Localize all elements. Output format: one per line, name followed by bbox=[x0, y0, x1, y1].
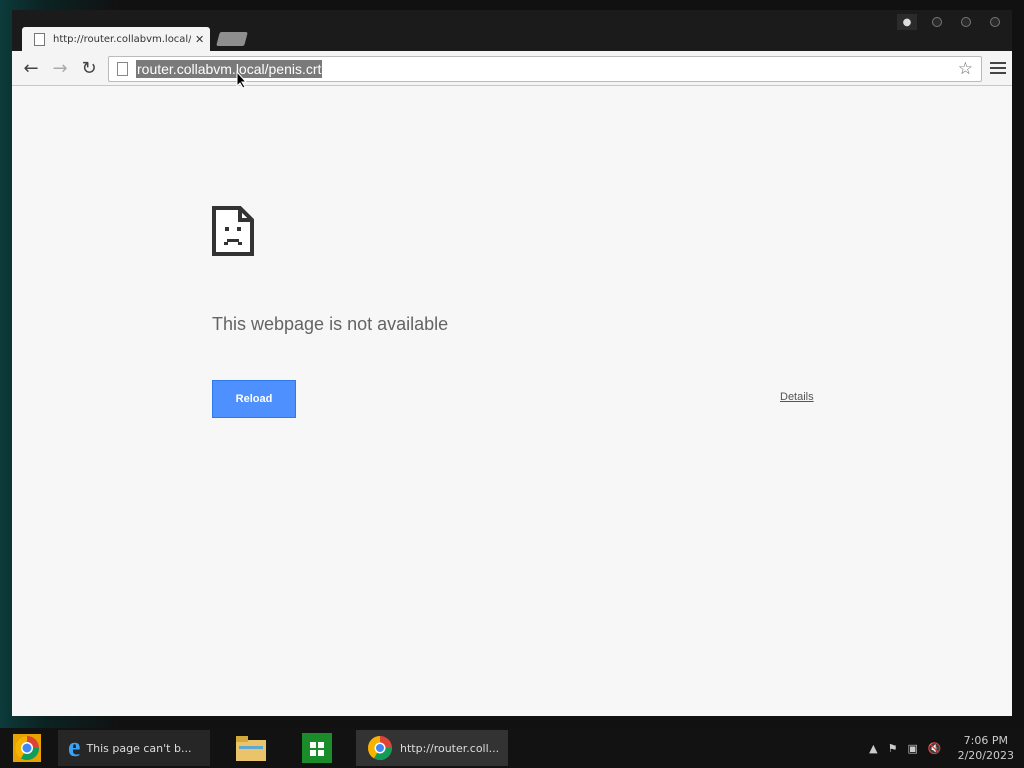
sad-page-icon bbox=[212, 206, 254, 256]
taskbar: e This page can't b... http://router.col… bbox=[0, 728, 1024, 768]
error-title: This webpage is not available bbox=[212, 314, 449, 334]
tab-active[interactable]: http://router.collabvm.local/pe ✕ bbox=[22, 27, 210, 51]
star-icon[interactable]: ☆ bbox=[958, 59, 973, 79]
taskbar-ie-window[interactable]: e This page can't b... bbox=[58, 730, 210, 766]
taskbar-ie-label: This page can't b... bbox=[86, 741, 192, 755]
close-icon[interactable]: ✕ bbox=[195, 33, 204, 46]
address-text[interactable]: router.collabvm.local/penis.crt bbox=[136, 60, 323, 78]
maximize-button[interactable] bbox=[956, 14, 975, 30]
chrome-icon[interactable] bbox=[6, 730, 48, 766]
taskbar-chrome-label: http://router.coll... bbox=[400, 741, 500, 755]
clock-time: 7:06 PM bbox=[963, 734, 1008, 747]
back-icon[interactable]: ← bbox=[20, 57, 42, 79]
forward-icon[interactable]: → bbox=[49, 57, 71, 79]
taskbar-chrome-window[interactable]: http://router.coll... bbox=[356, 730, 508, 766]
reload-icon[interactable]: ↻ bbox=[78, 57, 100, 79]
user-icon[interactable]: ● bbox=[897, 14, 917, 30]
clock-date: 2/20/2023 bbox=[957, 749, 1014, 762]
menu-icon[interactable] bbox=[990, 59, 1006, 77]
tab-title: http://router.collabvm.local/pe bbox=[53, 33, 191, 45]
flag-icon[interactable]: ⚑ bbox=[888, 742, 898, 755]
new-tab-button[interactable] bbox=[216, 32, 248, 46]
speaker-muted-icon[interactable]: 🔇 bbox=[928, 742, 942, 755]
network-icon[interactable]: ▣ bbox=[907, 742, 917, 755]
page-content: This webpage is not available Reload Det… bbox=[12, 86, 1012, 716]
tray-arrow-icon[interactable]: ▲ bbox=[869, 742, 877, 755]
mouse-cursor bbox=[236, 71, 248, 89]
window-controls: ● bbox=[897, 14, 1004, 30]
reload-button[interactable]: Reload bbox=[212, 380, 296, 418]
minimize-button[interactable] bbox=[927, 14, 946, 30]
page-icon bbox=[34, 32, 45, 46]
ie-icon: e bbox=[68, 732, 81, 763]
toolbar: ← → ↻ router.collabvm.local/penis.crt ☆ bbox=[12, 51, 1012, 86]
clock[interactable]: 7:06 PM 2/20/2023 bbox=[958, 733, 1014, 763]
folder-icon[interactable] bbox=[222, 730, 280, 766]
chrome-window: ● http://router.collabvm.local/pe ✕ ← → … bbox=[12, 10, 1012, 716]
chrome-icon bbox=[368, 736, 392, 761]
details-link[interactable]: Details bbox=[780, 391, 814, 403]
store-icon[interactable] bbox=[294, 730, 340, 766]
system-tray: ▲ ⚑ ▣ 🔇 7:06 PM 2/20/2023 bbox=[869, 728, 1014, 768]
close-window-button[interactable] bbox=[985, 14, 1004, 30]
page-icon bbox=[117, 62, 128, 76]
